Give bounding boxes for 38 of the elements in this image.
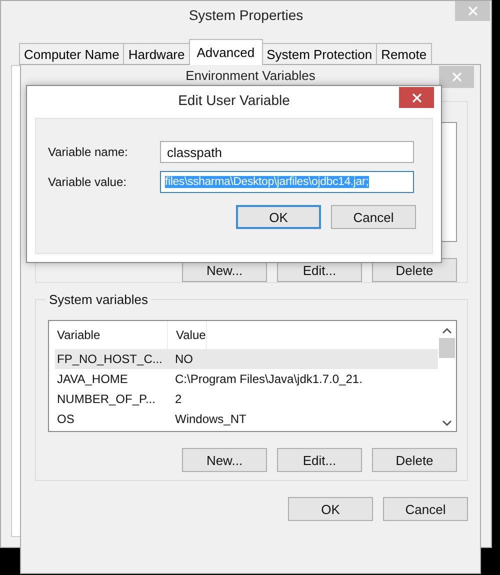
window-title: Environment Variables bbox=[186, 68, 316, 83]
table-cell-text: NUMBER_OF_P... bbox=[56, 392, 156, 406]
table-cell-text: 2 bbox=[174, 392, 182, 406]
dialog-button[interactable]: Cancel bbox=[383, 497, 468, 521]
tab[interactable]: Remote bbox=[376, 43, 432, 65]
tab[interactable]: Computer Name bbox=[19, 43, 124, 65]
dialog-button[interactable]: OK bbox=[236, 205, 321, 229]
table-row[interactable]: JAVA_HOME C:\Program Files\Java\jdk1.7.0_21. bbox=[55, 369, 438, 389]
table-row[interactable]: FP_NO_HOST_C... NO bbox=[55, 349, 438, 369]
table-cell-text: C:\Program Files\Java\jdk1.7.0_21. bbox=[174, 372, 362, 386]
dialog-button[interactable]: Cancel bbox=[331, 205, 416, 229]
close-icon bbox=[412, 92, 422, 102]
input-field[interactable]: classpath bbox=[160, 141, 414, 163]
table-cell-text: Windows_NT bbox=[174, 412, 246, 426]
window-title: Edit User Variable bbox=[178, 92, 290, 108]
close-icon bbox=[468, 6, 478, 16]
close-button[interactable] bbox=[399, 87, 434, 108]
table-cell-text: NO bbox=[174, 352, 193, 366]
window-title: System Properties bbox=[188, 7, 304, 23]
close-button[interactable] bbox=[439, 66, 474, 88]
scroll-thumb[interactable] bbox=[439, 338, 455, 358]
table-row[interactable]: OS Windows_NT bbox=[55, 409, 438, 429]
scroll-down-icon[interactable] bbox=[442, 420, 452, 427]
table-row[interactable]: NUMBER_OF_P... 2 bbox=[55, 389, 438, 409]
field-label: Variable value: bbox=[48, 175, 128, 189]
tab[interactable]: Advanced bbox=[188, 39, 263, 65]
dialog-button[interactable]: Delete bbox=[372, 448, 457, 472]
dialog-button[interactable]: OK bbox=[288, 497, 373, 521]
table-cell-text: OS bbox=[56, 412, 76, 426]
close-icon bbox=[452, 72, 462, 82]
table-cell-text: JAVA_HOME bbox=[56, 372, 129, 386]
field-label: Variable name: bbox=[48, 145, 129, 159]
dialog-button[interactable]: New... bbox=[182, 448, 267, 472]
table-cell-text: FP_NO_HOST_C... bbox=[56, 352, 164, 366]
scroll-up-icon[interactable] bbox=[442, 327, 452, 334]
group-label: System variables bbox=[46, 292, 151, 307]
dialog-button[interactable]: Edit... bbox=[277, 448, 362, 472]
tab[interactable]: System Protection bbox=[262, 43, 378, 65]
